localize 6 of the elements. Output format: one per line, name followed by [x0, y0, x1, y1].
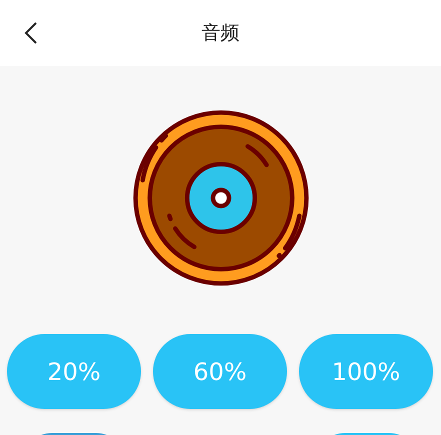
- vinyl-record-icon: [132, 109, 310, 287]
- level-button[interactable]: 20%: [7, 334, 141, 409]
- page-title: 音频: [202, 20, 240, 46]
- level-button[interactable]: 100%: [299, 334, 433, 409]
- back-icon: [24, 21, 38, 45]
- level-button[interactable]: 60%: [153, 334, 287, 409]
